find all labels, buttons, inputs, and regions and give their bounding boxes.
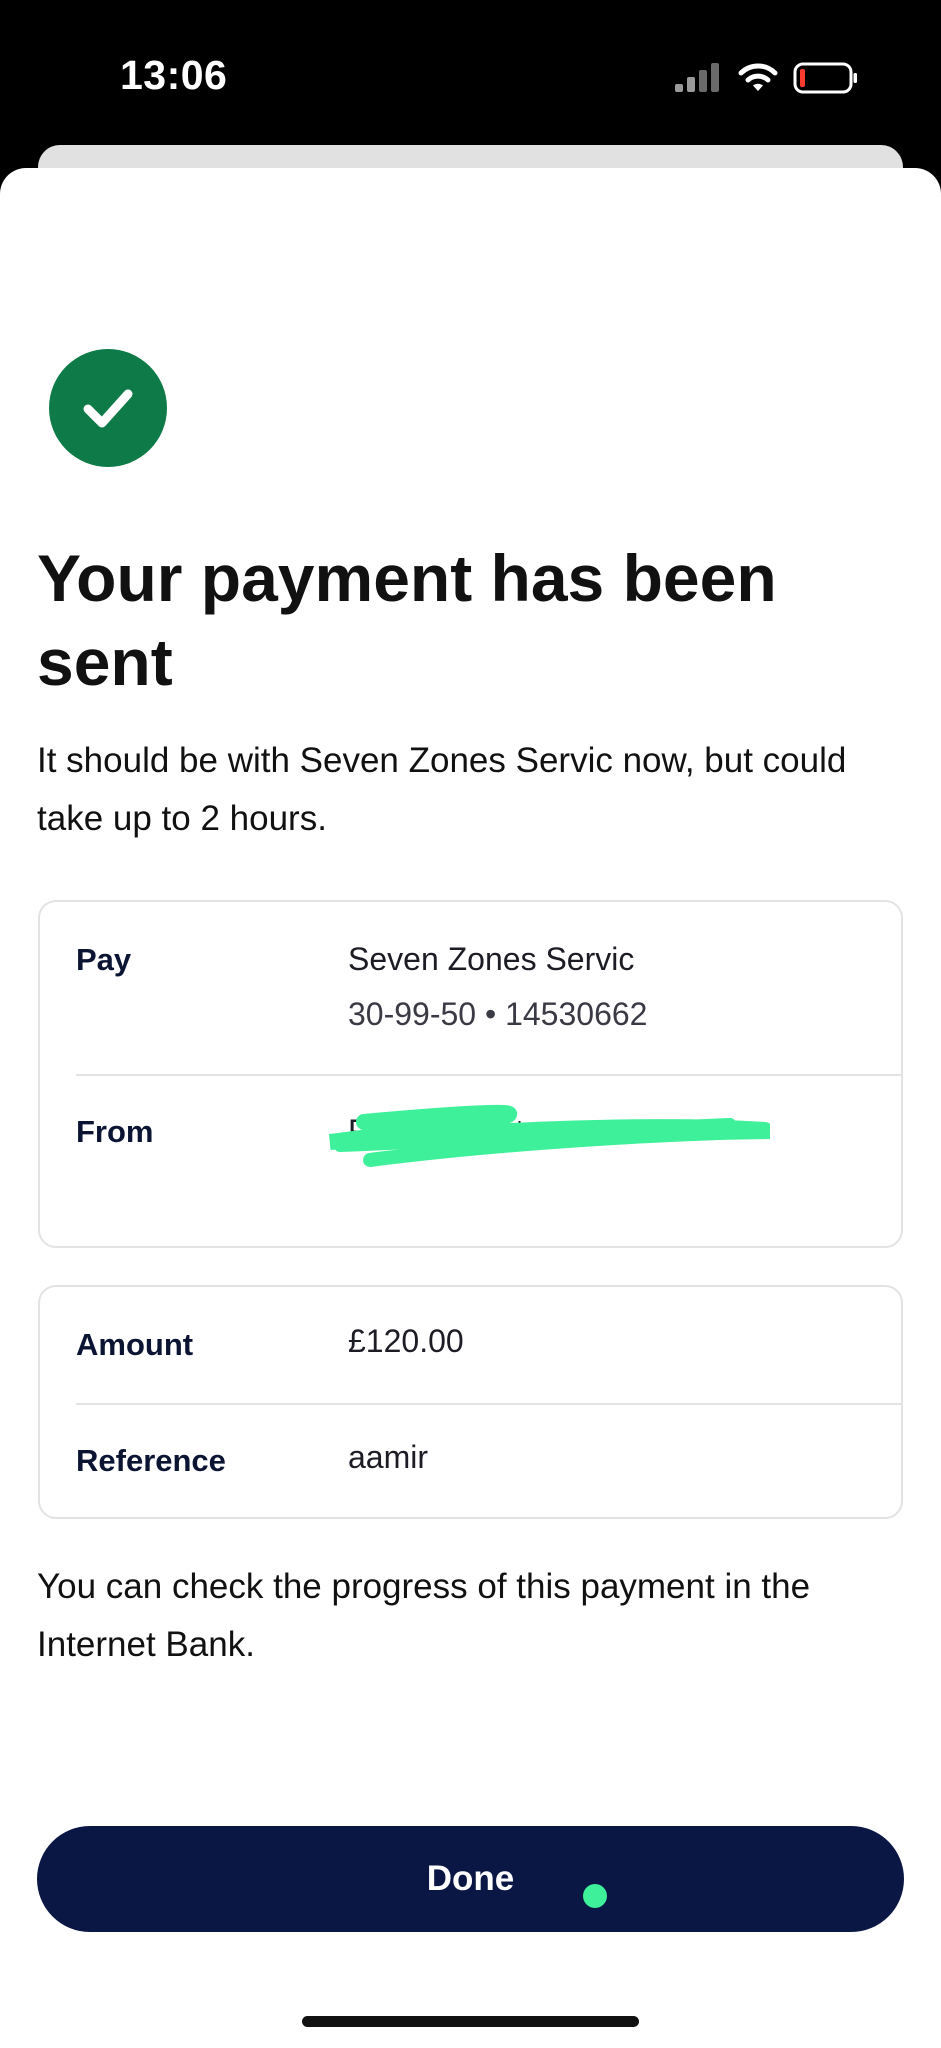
amount-row: Amount £120.00 (40, 1287, 901, 1403)
reference-label: Reference (76, 1443, 226, 1478)
progress-info-text: You can check the progress of this payme… (37, 1567, 811, 1664)
status-icons (673, 58, 859, 98)
payee-name: Seven Zones Servic (348, 941, 635, 977)
checkmark-icon (49, 349, 167, 467)
pay-row: Pay Seven Zones Servic 30-99-50 • 145306… (40, 902, 901, 1074)
redaction-scribble (328, 1104, 770, 1167)
reference-value: aamir (348, 1439, 429, 1475)
pay-value: Seven Zones Servic 30-99-50 • 14530662 (348, 932, 647, 1042)
signal-icon (675, 63, 719, 92)
amount-label: Amount (76, 1327, 194, 1362)
wifi-icon (738, 63, 778, 91)
status-time: 13:06 (120, 52, 228, 98)
pay-label: Pay (76, 942, 132, 977)
payment-details-card: Pay Seven Zones Servic 30-99-50 • 145306… (38, 900, 903, 1248)
reference-row: Reference aamir (40, 1405, 901, 1519)
payment-summary-card: Amount £120.00 Reference aamir (38, 1285, 903, 1519)
screen: 13:06 Your payment has been sent It shou… (0, 0, 941, 2048)
from-label: From (76, 1114, 154, 1149)
home-indicator[interactable] (302, 2016, 639, 2027)
done-button[interactable]: Done (37, 1826, 904, 1932)
tap-indicator (583, 1884, 607, 1908)
page-subtitle: It should be with Seven Zones Servic now… (37, 741, 847, 838)
payee-account: 30-99-50 • 14530662 (348, 996, 648, 1032)
battery-icon (793, 62, 857, 94)
status-bar: 13:06 (0, 0, 941, 150)
amount-value: £120.00 (348, 1323, 464, 1359)
page-title: Your payment has been sent (37, 541, 777, 699)
